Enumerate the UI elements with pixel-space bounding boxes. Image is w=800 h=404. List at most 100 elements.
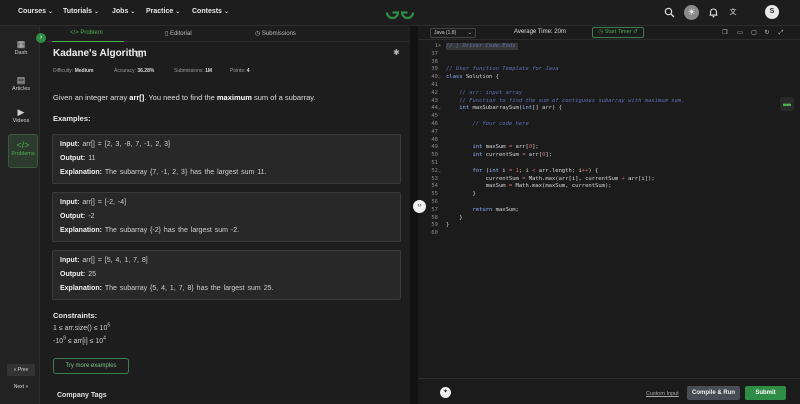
code-text: // Your code here bbox=[472, 121, 529, 127]
custom-input-link[interactable]: Custom Input bbox=[646, 391, 679, 397]
meta-label: Points: bbox=[230, 68, 246, 74]
code-text: // } Driver Code Ends bbox=[446, 43, 516, 49]
nav-practice[interactable]: Practice ⌄ bbox=[146, 8, 180, 15]
tab-editorial[interactable]: ▯ Editorial bbox=[165, 30, 192, 37]
fold-icon[interactable]: ⌄ bbox=[438, 73, 444, 81]
next-button[interactable]: Next » bbox=[7, 381, 35, 393]
statement-text: Given an integer array bbox=[53, 93, 130, 102]
example-input: Input: arr[] = [-2, -4] bbox=[60, 199, 126, 206]
search-icon[interactable] bbox=[663, 7, 675, 19]
copy-icon[interactable]: ❐ bbox=[721, 29, 729, 37]
editor-toolbar: Java (1.8) ⌄ Average Time: 20m ◷ Start Ti… bbox=[418, 26, 800, 40]
problem-title: Kadane's Algorithm bbox=[53, 48, 147, 59]
sidebar-item-label: Articles bbox=[11, 86, 31, 92]
line-number: 59 bbox=[431, 222, 438, 229]
document-icon[interactable]: ▭ bbox=[736, 29, 744, 37]
line-number: 38 bbox=[431, 58, 438, 65]
example-input: Input: arr[] = [2, 3, -8, 7, -1, 2, 3] bbox=[60, 141, 170, 148]
code-text: int maxSubarraySum(int[] arr) { bbox=[459, 105, 562, 112]
refresh-icon[interactable]: ↻ bbox=[763, 29, 771, 37]
avatar[interactable]: S bbox=[765, 5, 779, 19]
example-value: arr[] = [5, 4, 1, 7, 8] bbox=[82, 257, 148, 264]
fold-icon[interactable]: ⌄ bbox=[438, 104, 444, 112]
submit-button[interactable]: Submit bbox=[745, 386, 786, 400]
fold-icon[interactable]: + bbox=[438, 42, 444, 50]
statement-text: sum of a subarray. bbox=[251, 93, 316, 102]
chat-icon[interactable]: ▬ bbox=[780, 97, 794, 111]
code-line: 50 int currentSum = arr[0]; bbox=[418, 151, 800, 159]
nav-tutorials[interactable]: Tutorials ⌄ bbox=[63, 8, 99, 15]
code-line: 53 currentSum = Math.max(arr[i], current… bbox=[418, 175, 800, 183]
problem-statement: Given an integer array arr[]. You need t… bbox=[53, 93, 316, 102]
constraint-text: -10 bbox=[53, 338, 64, 345]
panel-divider[interactable] bbox=[410, 26, 418, 404]
examples-heading: Examples: bbox=[53, 114, 91, 123]
collapse-sidebar-icon[interactable]: › bbox=[36, 33, 46, 43]
fold-icon[interactable]: ⌄ bbox=[438, 167, 444, 175]
gfg-logo[interactable] bbox=[384, 4, 416, 21]
line-number: 53 bbox=[431, 175, 438, 182]
example-box: Input: arr[] = [2, 3, -8, 7, -1, 2, 3] O… bbox=[52, 134, 401, 184]
meta-difficulty: Difficulty: Medium bbox=[53, 68, 93, 74]
line-number: 46 bbox=[431, 121, 438, 127]
tab-submissions[interactable]: ◷ Submissions bbox=[255, 30, 296, 37]
prev-button[interactable]: « Prev bbox=[7, 364, 35, 376]
translate-icon[interactable]: 文 bbox=[727, 7, 739, 19]
tab-problem[interactable]: </> Problem bbox=[70, 30, 103, 36]
timer-label: Start Timer bbox=[604, 29, 632, 35]
bell-icon[interactable] bbox=[707, 7, 719, 19]
line-number: 42 bbox=[431, 89, 438, 96]
problem-tabs: </> Problem ▯ Editorial ◷ Submissions bbox=[40, 28, 410, 42]
try-more-examples-button[interactable]: Try more examples bbox=[53, 358, 129, 374]
editor-footer: ✦ Custom Input Compile & Run Submit bbox=[418, 378, 800, 404]
nav-jobs[interactable]: Jobs ⌄ bbox=[112, 8, 135, 15]
theme-toggle-icon[interactable]: ☀ bbox=[684, 5, 699, 20]
example-value: arr[] = [2, 3, -8, 7, -1, 2, 3] bbox=[82, 141, 170, 148]
line-number: 58 bbox=[431, 214, 438, 221]
nav-courses[interactable]: Courses ⌄ bbox=[18, 8, 53, 15]
line-number: 43 bbox=[431, 97, 438, 104]
problem-panel: </> Problem ▯ Editorial ◷ Submissions Ka… bbox=[40, 26, 410, 404]
code-text: return maxSum; bbox=[472, 206, 519, 213]
meta-accuracy: Accuracy: 36.28% bbox=[114, 68, 154, 74]
chevron-down-icon: ⌄ bbox=[175, 9, 181, 15]
code-line: 1 +// } Driver Code Ends bbox=[418, 42, 800, 50]
sidebar-item-dash[interactable]: ▦ Dash bbox=[6, 34, 36, 64]
tab-label: Submissions bbox=[261, 31, 296, 37]
resize-handle-icon[interactable]: ‹› bbox=[413, 200, 426, 213]
code-area[interactable]: 1 +// } Driver Code Ends 37 38 39// User fun… bbox=[418, 42, 800, 372]
sidebar-item-videos[interactable]: ▶ Videos bbox=[6, 102, 36, 132]
code-text: maxSum = Math.max(maxSum, currentSum); bbox=[446, 183, 612, 190]
example-label: Explanation: bbox=[60, 169, 103, 176]
code-line: 58 } bbox=[418, 214, 800, 222]
code-line: 59} bbox=[418, 221, 800, 229]
nav-label: Practice bbox=[146, 8, 174, 15]
code-text: // Function to find the sum of contiguou… bbox=[459, 97, 685, 104]
compile-run-button[interactable]: Compile & Run bbox=[687, 386, 740, 400]
sidebar-item-problems[interactable]: </> Problems bbox=[8, 134, 38, 168]
company-tags-heading[interactable]: Company Tags bbox=[57, 392, 107, 399]
code-icon: </> bbox=[16, 140, 30, 150]
code-text: } bbox=[446, 214, 463, 221]
bookmark-icon[interactable]: ⊡ bbox=[136, 49, 144, 60]
code-line: 55 } bbox=[418, 190, 800, 198]
bug-report-icon[interactable]: ✱ bbox=[393, 48, 400, 57]
sidebar-item-articles[interactable]: ▤ Articles bbox=[6, 70, 36, 100]
code-line: 60 bbox=[418, 229, 800, 237]
lightbulb-icon[interactable]: ✦ bbox=[440, 387, 451, 398]
example-value: The subarray {-2} has the largest sum -2… bbox=[104, 227, 240, 234]
left-sidebar: ▦ Dash ▤ Articles ▶ Videos </> Problems « Pr… bbox=[0, 26, 40, 404]
code-text: // arr: input array bbox=[459, 89, 523, 96]
example-label: Input: bbox=[60, 141, 80, 148]
line-number: 49 bbox=[431, 144, 438, 151]
start-timer-button[interactable]: ◷ Start Timer ↺ bbox=[592, 27, 644, 38]
code-line: 44 ⌄ int maxSubarraySum(int[] arr) { bbox=[418, 104, 800, 112]
language-select[interactable]: Java (1.8) ⌄ bbox=[430, 28, 476, 38]
nav-contests[interactable]: Contests ⌄ bbox=[192, 8, 229, 15]
constraints-heading: Constraints: bbox=[53, 311, 98, 320]
meta-label: Difficulty: bbox=[53, 68, 74, 74]
file-icon[interactable]: ▢ bbox=[750, 29, 758, 37]
meta-points: Points: 4 bbox=[230, 68, 249, 74]
expand-icon[interactable]: ⤢ bbox=[777, 29, 785, 37]
meta-submissions: Submissions: 1M bbox=[174, 68, 212, 74]
